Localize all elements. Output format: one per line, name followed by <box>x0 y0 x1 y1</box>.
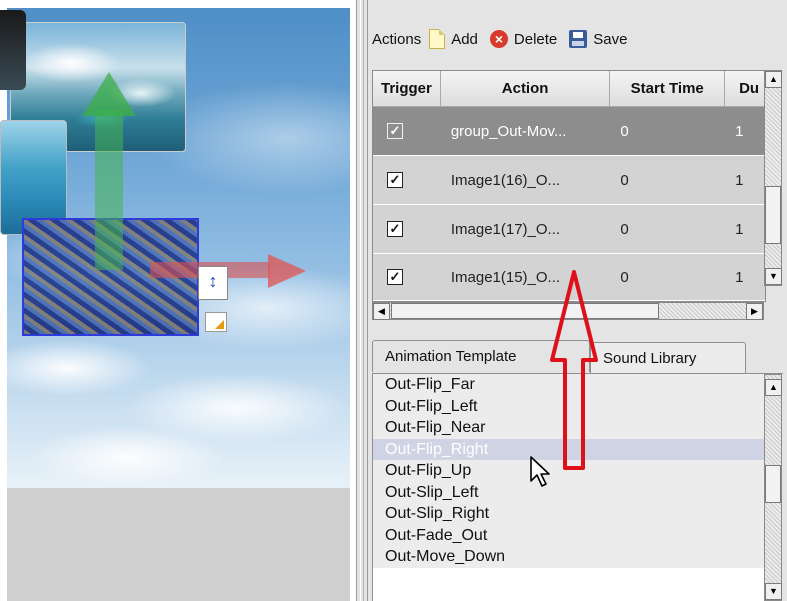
add-button[interactable]: Add <box>429 29 478 49</box>
duration-cell: 1 <box>735 171 744 189</box>
list-vertical-scrollbar[interactable]: ▲ ▼ <box>764 374 782 601</box>
trigger-cell: ✓ <box>373 205 441 253</box>
column-header-start-time[interactable]: Start Time <box>610 71 726 107</box>
save-button-label: Save <box>593 30 628 48</box>
scroll-up-icon[interactable]: ▲ <box>765 379 782 396</box>
trigger-checkbox[interactable]: ✓ <box>387 123 403 139</box>
scroll-right-icon[interactable]: ▶ <box>746 303 763 320</box>
duration-cell: 1 <box>735 220 744 238</box>
delete-x-icon: × <box>489 30 508 48</box>
dark-photo-object[interactable] <box>0 10 26 90</box>
start-time-cell: 0 <box>620 220 629 238</box>
annotation-up-arrow-icon <box>550 270 598 470</box>
save-button[interactable]: Save <box>569 30 627 48</box>
mouse-pointer-icon <box>530 456 550 487</box>
up-arrow-icon[interactable] <box>82 72 136 116</box>
column-header-action[interactable]: Action <box>440 71 611 107</box>
action-cell: Image1(16)_O... <box>450 171 561 189</box>
start-time-cell: 0 <box>620 171 629 189</box>
add-button-label: Add <box>451 30 478 48</box>
trigger-checkbox[interactable]: ✓ <box>387 172 403 188</box>
trigger-checkbox[interactable]: ✓ <box>387 221 403 237</box>
delete-button[interactable]: × Delete <box>489 30 558 48</box>
start-time-cell: 0 <box>620 122 629 140</box>
actions-toolbar: Actions Add × Delete Save <box>368 24 639 54</box>
start-time-cell: 0 <box>620 268 629 286</box>
column-header-duration[interactable]: Du <box>725 71 765 107</box>
action-cell: Image1(17)_O... <box>450 220 561 238</box>
table-row[interactable]: ✓ group_Out-Mov... 0 1 <box>373 107 765 156</box>
right-arrow-icon[interactable] <box>268 254 306 288</box>
table-vertical-scrollbar[interactable]: ▲ ▼ <box>764 70 782 286</box>
list-item[interactable]: Out-Slip_Left <box>373 481 765 503</box>
panel-splitter[interactable] <box>356 0 368 601</box>
list-item[interactable]: Out-Move_Down <box>373 546 765 568</box>
vertical-resize-icon[interactable]: ↕ <box>198 266 228 300</box>
list-item[interactable]: Out-Fade_Out <box>373 524 765 546</box>
trigger-cell: ✓ <box>373 107 441 155</box>
canvas-empty-area <box>7 488 350 601</box>
scroll-thumb[interactable] <box>391 303 659 319</box>
scroll-down-icon[interactable]: ▼ <box>765 268 782 285</box>
column-header-trigger[interactable]: Trigger <box>373 71 441 107</box>
action-cell: group_Out-Mov... <box>450 122 567 140</box>
trigger-cell: ✓ <box>373 156 441 204</box>
actions-label: Actions <box>372 30 422 48</box>
delete-button-label: Delete <box>513 30 558 48</box>
trigger-cell: ✓ <box>373 253 441 301</box>
corner-resize-handle[interactable] <box>205 312 227 332</box>
animation-canvas[interactable]: ↕ <box>0 0 356 601</box>
table-row[interactable]: ✓ Image1(16)_O... 0 1 <box>373 156 765 205</box>
new-page-icon <box>429 29 446 49</box>
list-item[interactable]: Out-Slip_Right <box>373 503 765 525</box>
tab-sound-library[interactable]: Sound Library <box>590 342 746 374</box>
duration-cell: 1 <box>735 268 744 286</box>
table-row[interactable]: ✓ Image1(17)_O... 0 1 <box>373 205 765 254</box>
table-header: Trigger Action Start Time Du <box>373 71 765 107</box>
floppy-disk-icon <box>569 30 588 48</box>
trigger-checkbox[interactable]: ✓ <box>387 269 403 285</box>
scroll-down-icon[interactable]: ▼ <box>765 583 782 600</box>
duration-cell: 1 <box>735 122 744 140</box>
scroll-up-icon[interactable]: ▲ <box>765 71 782 88</box>
scroll-thumb[interactable] <box>765 465 781 503</box>
scroll-thumb[interactable] <box>765 186 781 244</box>
scroll-left-icon[interactable]: ◀ <box>373 303 390 320</box>
y-axis-move-handle[interactable] <box>95 110 123 270</box>
